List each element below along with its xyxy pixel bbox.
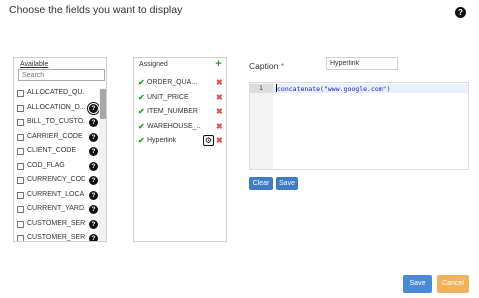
check-icon: ✔ [138,136,145,145]
save-button[interactable]: Save [403,275,432,293]
field-label: CUSTOMER_SER... [27,234,85,241]
scrollbar-thumb[interactable] [100,89,106,119]
code-line[interactable]: concatenate("www.google.com") [276,84,391,94]
list-item[interactable]: ✔ ORDER_QUA... ✖ [134,78,226,93]
list-item[interactable]: ✔ Hyperlink ⚙ ✖ [134,135,226,151]
field-label: CUSTOMER_SER... [27,219,85,227]
list-item[interactable]: ✔ UNIT_PRICE ✖ [134,93,226,108]
list-item[interactable]: CUSTOMER_SER... ? [14,219,100,234]
list-item[interactable]: CURRENCY_CODE ? [14,175,100,190]
checkbox[interactable] [17,148,24,155]
delete-icon[interactable]: ✖ [216,122,223,131]
required-mark: * [280,61,284,71]
caption-label: Caption * [249,61,284,71]
caption-input[interactable] [326,57,398,70]
field-label: CURRENT_LOCA... [27,190,85,198]
help-icon[interactable]: ? [89,190,98,200]
add-icon[interactable]: + [214,59,223,70]
list-item[interactable]: CARRIER_CODE ? [14,132,100,147]
field-label: Hyperlink [147,137,177,144]
checkbox[interactable] [17,104,24,112]
help-icon[interactable]: ? [89,161,98,171]
field-label: ALLOCATED_QU... [27,89,85,96]
assigned-list: ✔ ORDER_QUA... ✖ ✔ UNIT_PRICE ✖ ✔ ITEM_N… [134,78,226,151]
check-icon: ✔ [138,92,145,102]
checkbox[interactable] [17,177,24,184]
editor-gutter [250,83,273,169]
help-icon[interactable]: ? [89,219,98,229]
gear-icon[interactable]: ⚙ [203,135,214,146]
help-icon[interactable]: ? [89,132,98,142]
available-list: ALLOCATED_QU... ALLOCATION_D... ? BILL_T… [14,88,100,241]
help-icon[interactable]: ? [89,103,98,113]
field-label: WAREHOUSE_... [147,122,200,130]
list-item[interactable]: CURRENT_YARD... ? [14,204,100,219]
check-icon: ✔ [138,107,145,116]
list-item[interactable]: ALLOCATED_QU... [14,88,100,103]
checkbox[interactable] [17,220,24,228]
field-label: CARRIER_CODE [27,132,83,140]
checkbox[interactable] [17,191,24,199]
list-item[interactable]: COD_FLAG ? [14,161,100,176]
code-paren-close: ) [386,85,391,93]
checkbox[interactable] [17,90,24,97]
list-item[interactable]: CUSTOMER_SER... ? [14,233,100,241]
help-icon[interactable]: ? [89,234,98,241]
delete-icon[interactable]: ✖ [216,136,223,145]
list-item[interactable]: ALLOCATION_D... ? [14,103,100,118]
field-label: BILL_TO_CUSTO... [27,118,85,125]
line-number: 1 [259,84,263,92]
assigned-heading: Assigned [139,61,168,68]
list-item[interactable]: CURRENT_LOCA... ? [14,190,100,205]
help-icon[interactable]: ? [89,205,98,214]
help-icon[interactable]: ? [89,176,98,185]
field-label: ALLOCATION_D... [27,103,85,111]
checkbox[interactable] [17,206,24,213]
dialog-title: Choose the fields you want to display [9,4,183,16]
delete-icon[interactable]: ✖ [216,107,223,116]
checkbox[interactable] [17,235,24,241]
checkbox[interactable] [17,119,24,126]
check-icon: ✔ [138,78,145,87]
check-icon: ✔ [138,121,145,131]
checkbox[interactable] [17,133,24,141]
field-label: CURRENCY_CODE [27,176,85,183]
save-expression-button[interactable]: Save [276,177,298,190]
field-label: COD_FLAG [27,161,65,169]
list-item[interactable]: ✔ ITEM_NUMBER ✖ [134,107,226,122]
field-label: UNIT_PRICE [147,93,189,101]
delete-icon[interactable]: ✖ [216,93,223,102]
help-icon[interactable]: ? [89,147,98,156]
assigned-fields-panel: Assigned + ✔ ORDER_QUA... ✖ ✔ UNIT_PRICE… [133,57,227,242]
code-editor[interactable]: 1 concatenate("www.google.com") [249,82,469,170]
help-icon[interactable]: ? [455,7,466,18]
caption-label-text: Caption [249,61,279,71]
available-fields-panel: Available ALLOCATED_QU... ALLOCATION_D..… [13,57,107,242]
field-label: ORDER_QUA... [147,79,198,86]
code-string: "www.google.com" [323,85,387,93]
list-item[interactable]: BILL_TO_CUSTO... ? [14,117,100,132]
clear-button[interactable]: Clear [249,177,273,190]
field-label: ITEM_NUMBER [147,108,198,115]
checkbox[interactable] [17,162,24,170]
cancel-button[interactable]: Cancel [437,275,469,293]
list-item[interactable]: ✔ WAREHOUSE_... ✖ [134,122,226,137]
available-search-input[interactable] [18,69,105,81]
available-heading: Available [20,61,49,68]
list-item[interactable]: CLIENT_CODE ? [14,146,100,161]
field-label: CURRENT_YARD... [27,205,85,212]
code-function: concatenate [277,85,321,93]
delete-icon[interactable]: ✖ [216,78,223,87]
help-icon[interactable]: ? [89,118,98,127]
field-label: CLIENT_CODE [27,147,77,154]
